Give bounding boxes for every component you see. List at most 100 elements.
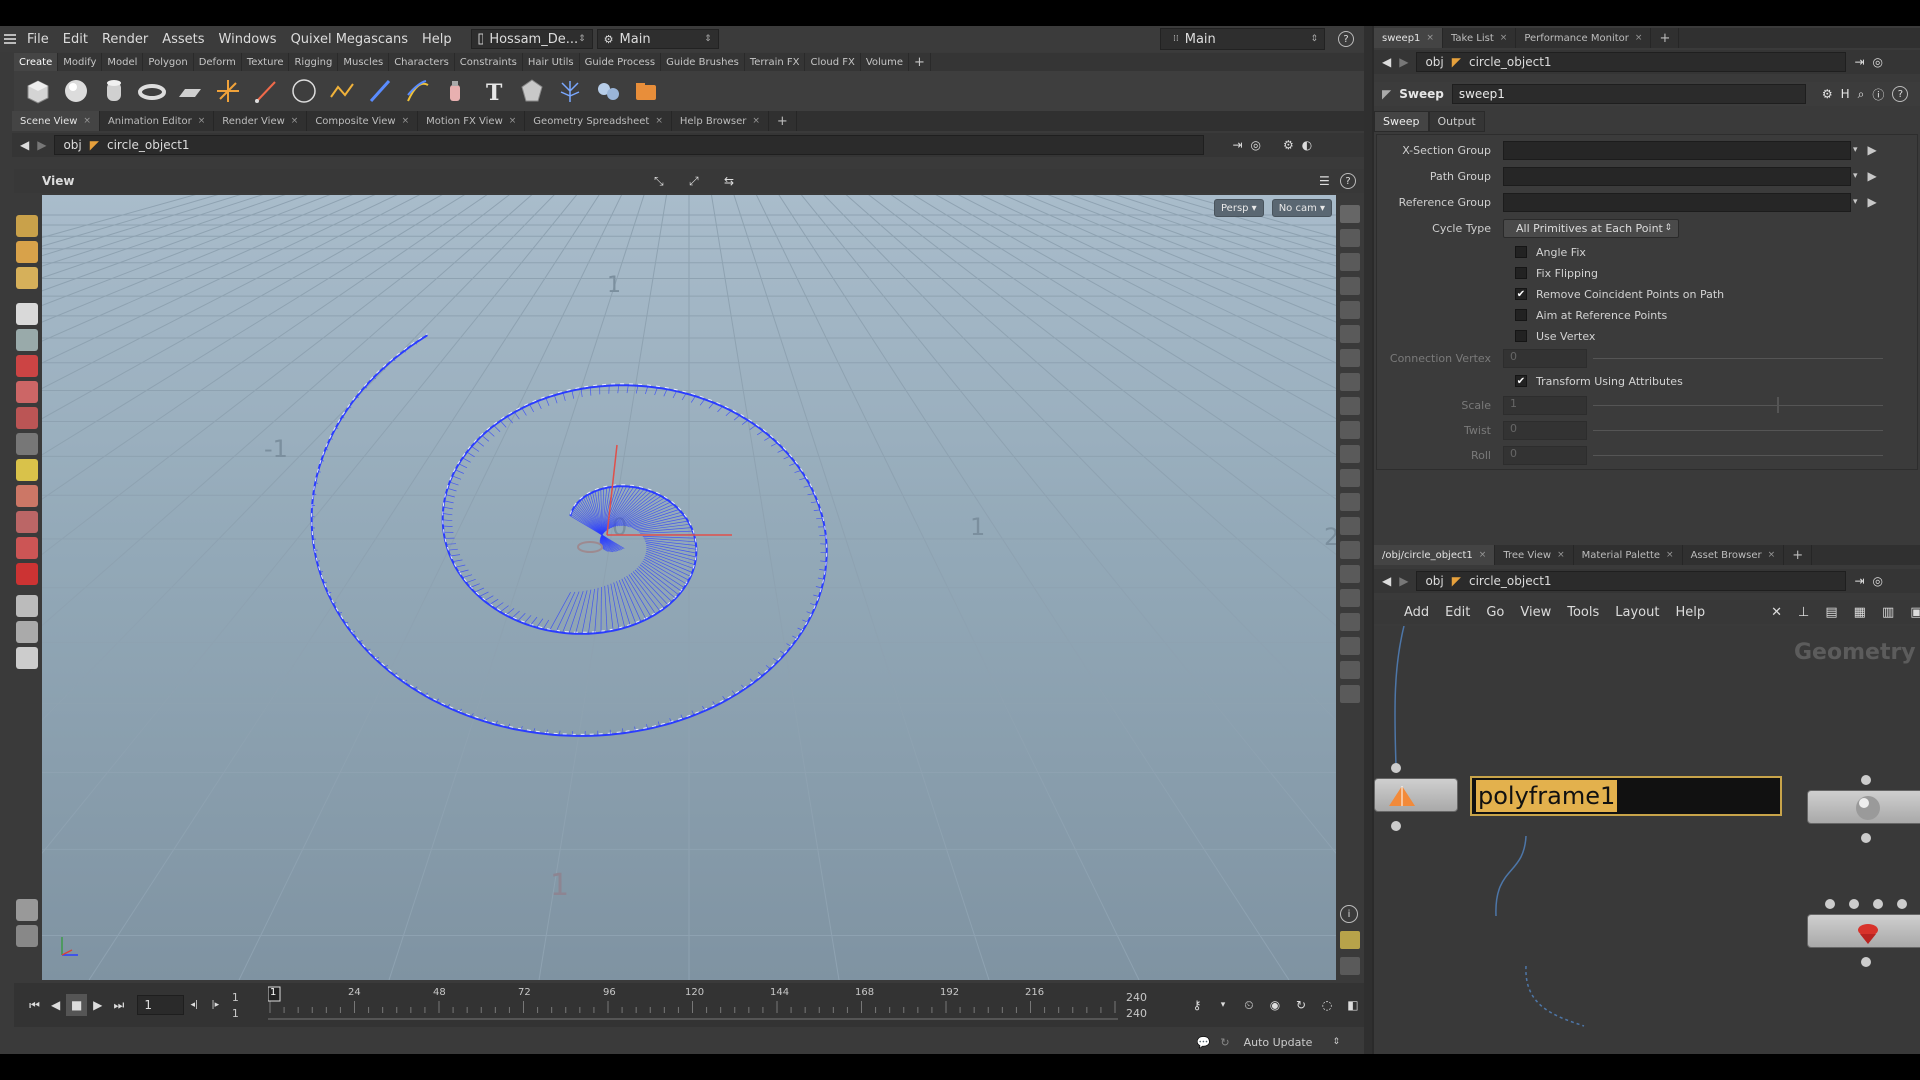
pin-icon[interactable]: ⇥ <box>1232 138 1242 152</box>
curve-tool-icon[interactable] <box>326 75 358 107</box>
add-shelf-tab-button[interactable]: + <box>909 53 931 71</box>
forward-arrow-icon[interactable]: ▶ <box>1399 55 1408 69</box>
roll-slider[interactable] <box>1593 454 1883 456</box>
path-group-field[interactable] <box>1503 166 1851 186</box>
torus-tool-icon[interactable] <box>136 75 168 107</box>
scale-field[interactable]: 1 <box>1503 395 1587 415</box>
current-frame-field[interactable]: 1 <box>137 995 184 1015</box>
group-icon[interactable] <box>1340 565 1360 583</box>
aim-reference-checkbox[interactable] <box>1515 309 1527 321</box>
close-icon[interactable]: × <box>402 116 410 126</box>
wireframe-icon[interactable] <box>1340 277 1360 295</box>
range-start-global[interactable]: 1 <box>232 1007 239 1020</box>
shelf-tab-terrain-fx[interactable]: Terrain FX <box>745 53 806 71</box>
spiral-curve[interactable] <box>310 334 828 737</box>
render-icon[interactable] <box>16 621 38 643</box>
close-icon[interactable]: × <box>655 116 663 126</box>
display-option-icon[interactable] <box>1340 205 1360 223</box>
camera-icon[interactable] <box>16 595 38 617</box>
grid-icon[interactable]: ▦ <box>1854 605 1866 620</box>
select-tool-icon[interactable] <box>16 303 38 325</box>
shelf-tab-constraints[interactable]: Constraints <box>455 53 523 71</box>
menu-quixel[interactable]: Quixel Megascans <box>284 32 415 47</box>
sweep-node[interactable] <box>1807 914 1920 948</box>
node-input-dot[interactable] <box>1873 899 1883 909</box>
circle-tool-icon[interactable] <box>288 75 320 107</box>
add-pane-tab-button[interactable]: + <box>1784 545 1813 565</box>
tab-help-browser[interactable]: Help Browser × <box>672 111 769 131</box>
node-output-dot[interactable] <box>1861 957 1871 967</box>
param-path-field[interactable]: obj ◤ circle_object1 <box>1416 52 1847 72</box>
menu-assets[interactable]: Assets <box>155 32 211 47</box>
back-arrow-icon[interactable]: ◀ <box>1382 574 1391 588</box>
tab-composite-view[interactable]: Composite View × <box>307 111 419 131</box>
camera-menu-button[interactable]: No cam ▾ <box>1271 199 1333 217</box>
tab-animation-editor[interactable]: Animation Editor × <box>100 111 215 131</box>
back-arrow-icon[interactable]: ◀ <box>20 138 29 152</box>
cycle-type-dropdown[interactable]: All Primitives at Each Point ⇕ <box>1503 218 1679 238</box>
node-input-dot[interactable] <box>1861 775 1871 785</box>
pose-icon[interactable] <box>16 459 38 481</box>
record-icon[interactable]: ◉ <box>1264 994 1286 1016</box>
search-icon[interactable]: ⌕ <box>1858 87 1865 102</box>
add-pane-tab-button[interactable]: + <box>769 111 797 131</box>
transform-attributes-checkbox[interactable]: ✔ <box>1515 375 1527 387</box>
shelf-tab-characters[interactable]: Characters <box>389 53 455 71</box>
step-forward-button[interactable]: |▸ <box>205 994 226 1016</box>
back-arrow-icon[interactable]: ◀ <box>1382 55 1391 69</box>
tab-network-circle-object1[interactable]: /obj/circle_object1 × <box>1374 545 1496 565</box>
net-menu-view[interactable]: View <box>1520 605 1551 620</box>
twist-field[interactable]: 0 <box>1503 420 1587 440</box>
select-arrow-icon[interactable]: ▶ <box>1868 195 1877 209</box>
tab-render-view[interactable]: Render View × <box>214 111 308 131</box>
tab-tree-view[interactable]: Tree View × <box>1495 545 1574 565</box>
dropdown-arrow-icon[interactable]: ▾ <box>1853 145 1858 155</box>
shelf-tab-modify[interactable]: Modify <box>58 53 103 71</box>
sphere-tool-icon[interactable] <box>60 75 92 107</box>
snap-point-icon[interactable] <box>16 537 38 559</box>
timeline-ruler[interactable]: 1 24 48 72 96 120 144 168 192 216 <box>267 985 1119 1025</box>
roll-field[interactable]: 0 <box>1503 445 1587 465</box>
network-path-field[interactable]: obj ◤ circle_object1 <box>1416 571 1847 591</box>
box-tool-icon[interactable] <box>22 75 54 107</box>
info-icon[interactable]: i <box>1340 905 1358 923</box>
tab-sweep[interactable]: Sweep <box>1374 111 1429 132</box>
ghost-icon[interactable] <box>1340 325 1360 343</box>
pose-tool-icon[interactable]: ⤢ <box>689 174 699 189</box>
node-input-dot[interactable] <box>1897 899 1907 909</box>
vertex-icon[interactable] <box>1340 421 1360 439</box>
image-icon[interactable]: ▣ <box>1910 605 1920 620</box>
net-menu-help[interactable]: Help <box>1675 605 1705 620</box>
grid-tool-icon[interactable] <box>174 75 206 107</box>
shelf-tab-guide-brushes[interactable]: Guide Brushes <box>661 53 745 71</box>
add-pane-tab-button[interactable]: + <box>1651 28 1680 48</box>
close-icon[interactable]: × <box>1557 550 1565 560</box>
lock-camera-icon[interactable] <box>1340 229 1360 247</box>
xsection-group-field[interactable] <box>1503 140 1851 160</box>
menu-render[interactable]: Render <box>95 32 155 47</box>
line-tool-icon[interactable] <box>250 75 282 107</box>
tab-material-palette[interactable]: Material Palette × <box>1574 545 1683 565</box>
gear-icon[interactable]: ⚙ <box>1822 87 1833 101</box>
close-icon[interactable]: × <box>1479 550 1487 560</box>
path-field[interactable]: obj ◤ circle_object1 <box>54 135 1205 155</box>
help-icon[interactable]: ? <box>1892 86 1909 102</box>
platonic-tool-icon[interactable] <box>516 75 548 107</box>
net-menu-tools[interactable]: Tools <box>1567 605 1599 620</box>
normals-icon[interactable] <box>1340 397 1360 415</box>
tab-motion-fx-view[interactable]: Motion FX View × <box>418 111 526 131</box>
menu-help[interactable]: Help <box>415 32 459 47</box>
handle-icon[interactable] <box>16 433 38 455</box>
menu-file[interactable]: File <box>20 32 56 47</box>
background-image-icon[interactable] <box>1340 661 1360 679</box>
pane-divider[interactable] <box>1364 26 1372 1054</box>
handle-tool-icon[interactable]: ⤡ <box>654 174 664 189</box>
transform-tool-icon[interactable] <box>16 407 38 429</box>
tab-sweep1[interactable]: sweep1 × <box>1374 28 1443 48</box>
close-icon[interactable]: × <box>291 116 299 126</box>
stop-button[interactable]: ■ <box>66 994 88 1016</box>
shelf-tab-deform[interactable]: Deform <box>194 53 242 71</box>
link-icon[interactable]: ◎ <box>1873 574 1883 588</box>
chat-icon[interactable]: 💬 <box>1197 1036 1211 1049</box>
brush-tool-icon[interactable] <box>16 267 38 289</box>
